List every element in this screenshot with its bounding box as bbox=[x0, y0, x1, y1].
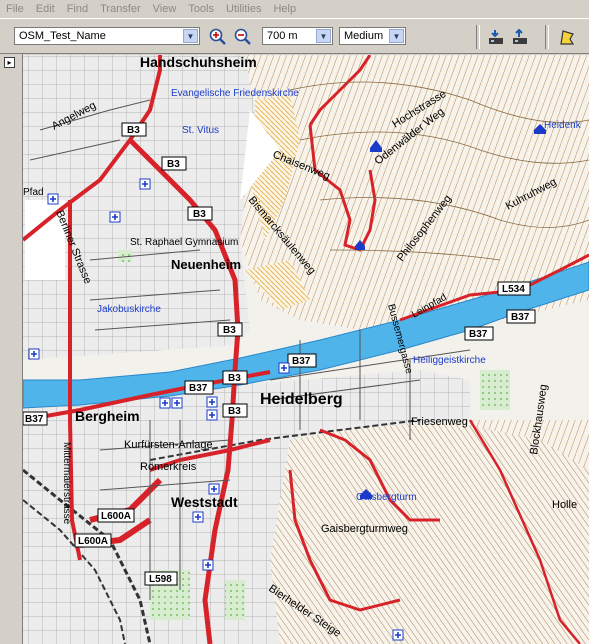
street-label-mittermaierstrasse: Mittermaierstrasse bbox=[61, 442, 72, 525]
poi-label-evangelische-friedenskirche: Evangelische Friedenskirche bbox=[171, 88, 299, 99]
map-product-value: OSM_Test_Name bbox=[19, 30, 106, 42]
svg-text:B3: B3 bbox=[193, 209, 206, 220]
poi-label-heiliggeistkirche: Heiliggeistkirche bbox=[413, 355, 486, 366]
detail-level-select[interactable]: Medium ▼ bbox=[339, 27, 406, 45]
menu-tools[interactable]: Tools bbox=[182, 3, 220, 15]
road-shield-b3: B3 bbox=[161, 156, 187, 171]
svg-text:B3: B3 bbox=[223, 325, 236, 336]
zoom-scale-select[interactable]: 700 m ▼ bbox=[262, 27, 333, 45]
svg-text:L600A: L600A bbox=[78, 536, 108, 547]
poi-label-st-vitus: St. Vitus bbox=[182, 125, 219, 136]
send-to-device-icon bbox=[513, 28, 527, 44]
menu-edit[interactable]: Edit bbox=[30, 3, 61, 15]
street-label-friesenweg: Friesenweg bbox=[411, 416, 468, 428]
chevron-down-icon[interactable]: ▼ bbox=[389, 29, 404, 43]
street-label-pfad: Pfad bbox=[23, 187, 44, 198]
road-shield-l600a: L600A bbox=[74, 533, 112, 548]
svg-text:L534: L534 bbox=[502, 284, 525, 295]
chevron-down-icon[interactable]: ▼ bbox=[316, 29, 331, 43]
receive-from-device-icon bbox=[489, 30, 503, 44]
place-label-romerkreis: Römerkreis bbox=[140, 461, 197, 473]
place-label-handschuhsheim: Handschuhsheim bbox=[140, 55, 257, 70]
road-shield-b3: B3 bbox=[187, 206, 213, 221]
zoom-out-icon bbox=[234, 28, 251, 45]
road-shield-b3: B3 bbox=[222, 370, 248, 385]
zoom-in-icon bbox=[209, 28, 226, 45]
park-area bbox=[480, 370, 510, 410]
menu-find[interactable]: Find bbox=[61, 3, 94, 15]
svg-text:B37: B37 bbox=[469, 329, 488, 340]
svg-text:B3: B3 bbox=[228, 406, 241, 417]
road-shield-l534: L534 bbox=[497, 281, 531, 296]
place-label-heidelberg: Heidelberg bbox=[260, 391, 343, 408]
place-label-bergheim: Bergheim bbox=[75, 408, 140, 424]
menu-view[interactable]: View bbox=[147, 3, 183, 15]
area-select-button[interactable] bbox=[556, 26, 578, 48]
road-shield-b37: B37 bbox=[287, 353, 317, 368]
zoom-out-button[interactable] bbox=[232, 26, 254, 48]
detail-level-value: Medium bbox=[344, 30, 384, 42]
toolbar-separator bbox=[545, 25, 549, 49]
south-hillside bbox=[270, 420, 589, 644]
menu-bar: File Edit Find Transfer View Tools Utili… bbox=[0, 0, 589, 18]
toolbar-separator bbox=[476, 25, 480, 49]
poi-label-jakobuskirche: Jakobuskirche bbox=[97, 304, 161, 315]
svg-text:B3: B3 bbox=[167, 159, 180, 170]
place-label-weststadt: Weststadt bbox=[171, 494, 238, 510]
svg-text:L598: L598 bbox=[149, 574, 172, 585]
svg-text:B37: B37 bbox=[25, 414, 44, 425]
road-shield-b37: B37 bbox=[464, 326, 494, 341]
road-shield-b37: B37 bbox=[506, 309, 536, 324]
svg-text:B3: B3 bbox=[228, 373, 241, 384]
road-shield-b3: B3 bbox=[217, 322, 243, 337]
menu-file[interactable]: File bbox=[0, 3, 30, 15]
menu-transfer[interactable]: Transfer bbox=[94, 3, 147, 15]
poi-label-heidenk: Heidenk bbox=[544, 120, 582, 131]
toolbar: OSM_Test_Name ▼ 700 m ▼ Medium ▼ bbox=[0, 18, 589, 54]
street-label-holle: Holle bbox=[552, 499, 577, 511]
road-shield-b3: B3 bbox=[121, 122, 147, 137]
park-area bbox=[225, 580, 245, 620]
poi-label-st-raphael: St. Raphael Gymnasium bbox=[130, 237, 238, 248]
street-label-gaisbergturmweg: Gaisbergturmweg bbox=[321, 523, 408, 535]
svg-text:L600A: L600A bbox=[101, 511, 131, 522]
road-shield-b3: B3 bbox=[222, 403, 248, 418]
road-shield-b37: B37 bbox=[184, 380, 214, 395]
expand-panel-button[interactable]: ▸ bbox=[4, 57, 15, 68]
road-shield-b37: B37 bbox=[23, 411, 48, 426]
receive-from-device-button[interactable] bbox=[485, 26, 507, 48]
svg-text:B37: B37 bbox=[511, 312, 530, 323]
zoom-in-button[interactable] bbox=[207, 26, 229, 48]
map-product-select[interactable]: OSM_Test_Name ▼ bbox=[14, 27, 200, 45]
place-label-neuenheim: Neuenheim bbox=[171, 257, 241, 272]
side-panel-strip bbox=[0, 54, 23, 644]
road-shield-l600a: L600A bbox=[97, 508, 135, 523]
svg-text:B37: B37 bbox=[292, 356, 311, 367]
menu-utilities[interactable]: Utilities bbox=[220, 3, 267, 15]
road-shield-l598: L598 bbox=[144, 571, 178, 586]
svg-text:B37: B37 bbox=[189, 383, 208, 394]
zoom-scale-value: 700 m bbox=[267, 30, 298, 42]
map-canvas[interactable]: Handschuhsheim Neuenheim Heidelberg Berg… bbox=[23, 55, 589, 644]
svg-text:B3: B3 bbox=[127, 125, 140, 136]
map-view[interactable]: Handschuhsheim Neuenheim Heidelberg Berg… bbox=[23, 55, 589, 644]
menu-help[interactable]: Help bbox=[267, 3, 302, 15]
chevron-down-icon[interactable]: ▼ bbox=[183, 29, 198, 43]
send-to-device-button[interactable] bbox=[509, 26, 531, 48]
place-label-kurfursten: Kurfürsten-Anlage bbox=[124, 439, 213, 451]
area-select-icon bbox=[560, 30, 575, 45]
